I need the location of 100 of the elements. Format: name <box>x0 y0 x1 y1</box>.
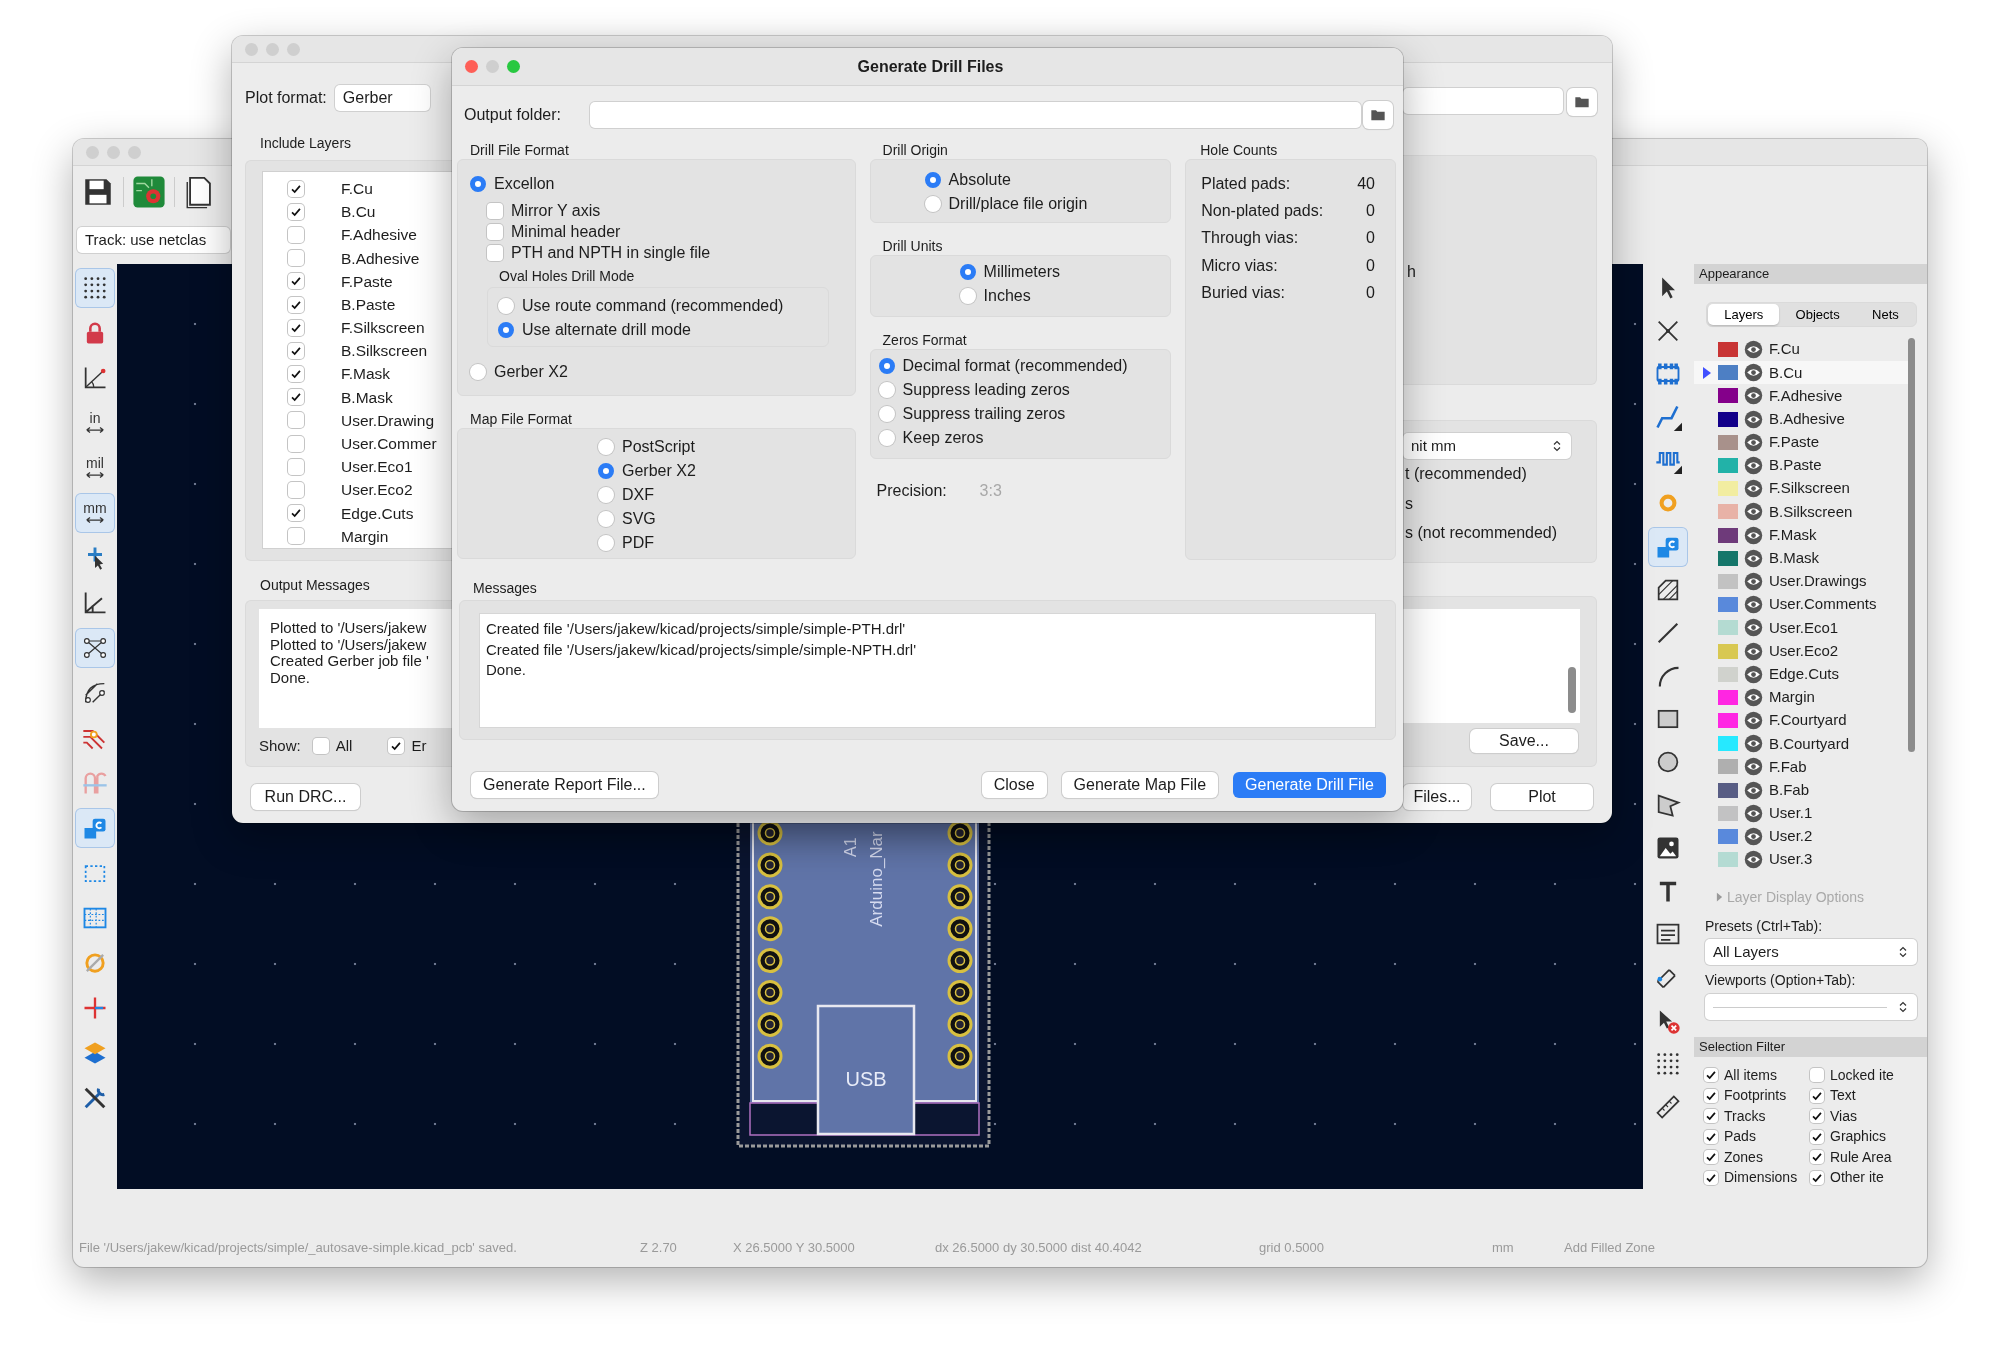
presets-dropdown[interactable]: All Layers <box>1705 939 1917 965</box>
files-button[interactable]: Files... <box>1403 784 1471 810</box>
checkbox[interactable] <box>288 180 304 197</box>
layer-row[interactable]: B.Mask <box>1694 546 1908 570</box>
layer-row[interactable]: B.Courtyard <box>1694 732 1908 756</box>
layer-row[interactable]: B.Adhesive <box>1694 407 1908 431</box>
checkbox[interactable] <box>288 458 304 475</box>
checkbox[interactable] <box>288 412 304 429</box>
tab[interactable]: Objects <box>1779 304 1856 325</box>
units-button[interactable]: mm <box>76 494 114 532</box>
radio-button[interactable] <box>598 511 614 527</box>
window-control[interactable] <box>465 60 478 73</box>
radio-button[interactable] <box>878 358 895 374</box>
save-button[interactable]: Save... <box>1470 729 1578 753</box>
dialog-button[interactable]: Generate Map File <box>1061 772 1219 798</box>
dialog-button[interactable]: Generate Drill File <box>1233 772 1386 798</box>
checkbox[interactable] <box>288 528 304 545</box>
checkbox[interactable] <box>1810 1170 1824 1185</box>
radio-button[interactable] <box>498 322 514 338</box>
layer-row[interactable]: F.Adhesive <box>1694 384 1908 408</box>
checkbox[interactable] <box>1810 1088 1824 1103</box>
scrollbar[interactable] <box>1908 338 1915 752</box>
layer-row[interactable]: User.1 <box>1694 801 1908 825</box>
checkbox[interactable] <box>288 505 304 522</box>
radio-button[interactable] <box>878 382 895 398</box>
radio-button[interactable] <box>878 406 895 422</box>
radio-button[interactable] <box>598 463 614 479</box>
checkbox[interactable] <box>1704 1150 1718 1165</box>
checkbox[interactable] <box>487 244 503 261</box>
folder-button[interactable] <box>1363 101 1393 129</box>
radio-button[interactable] <box>470 176 486 192</box>
layer-row[interactable]: B.Fab <box>1694 778 1908 802</box>
checkbox[interactable] <box>288 273 304 290</box>
checkbox[interactable] <box>1704 1109 1718 1124</box>
checkbox[interactable] <box>1810 1068 1824 1083</box>
layer-row[interactable]: B.Cu <box>1694 361 1908 385</box>
ratsnest-icon[interactable] <box>76 629 114 667</box>
checkbox[interactable] <box>1810 1150 1824 1165</box>
dialog-button[interactable]: Close <box>981 772 1047 798</box>
checkbox[interactable] <box>1704 1088 1718 1103</box>
checkbox[interactable] <box>487 202 503 219</box>
layer-row[interactable]: B.Paste <box>1694 453 1908 478</box>
layer-row[interactable]: User.2 <box>1694 824 1908 849</box>
radio-button[interactable] <box>959 264 976 280</box>
radio-button[interactable] <box>959 288 976 304</box>
radio-button[interactable] <box>470 364 486 380</box>
radio-button[interactable] <box>598 535 614 551</box>
checkbox[interactable] <box>288 435 304 452</box>
layer-row[interactable]: User.Eco2 <box>1694 639 1908 663</box>
checkbox[interactable] <box>288 226 304 243</box>
folder-button[interactable] <box>1567 88 1597 116</box>
plot-format-dropdown[interactable]: Gerber <box>334 85 430 111</box>
checkbox[interactable] <box>288 319 304 336</box>
grid-icon[interactable] <box>76 269 114 307</box>
layer-row[interactable]: F.Courtyard <box>1694 709 1908 733</box>
scrollbar[interactable] <box>1568 667 1576 713</box>
checkbox[interactable] <box>288 482 304 499</box>
layer-row[interactable]: User.Drawings <box>1694 569 1908 594</box>
checkbox[interactable] <box>1704 1170 1718 1185</box>
checkbox[interactable] <box>487 223 503 240</box>
checkbox[interactable] <box>288 389 304 406</box>
checkbox[interactable] <box>288 296 304 313</box>
checkbox[interactable] <box>288 203 304 220</box>
plot-button[interactable]: Plot <box>1491 784 1593 810</box>
dialog-button[interactable]: Generate Report File... <box>471 772 658 798</box>
checkbox[interactable] <box>288 366 304 383</box>
radio-button[interactable] <box>598 487 614 503</box>
checkbox[interactable] <box>1810 1129 1824 1144</box>
radio-button[interactable] <box>924 172 941 188</box>
output-folder-field[interactable] <box>1403 88 1563 114</box>
checkbox[interactable] <box>1704 1129 1718 1144</box>
checkbox[interactable] <box>388 738 405 754</box>
net-highlight-icon[interactable] <box>76 809 114 847</box>
layer-row[interactable]: F.Fab <box>1694 755 1908 779</box>
layer-row[interactable]: B.Silkscreen <box>1694 500 1908 524</box>
checkbox[interactable] <box>1704 1068 1718 1083</box>
output-folder-field[interactable] <box>590 102 1361 128</box>
layer-row[interactable]: User.3 <box>1694 848 1908 872</box>
tab[interactable]: Nets <box>1855 304 1915 325</box>
layer-row[interactable]: Margin <box>1694 685 1908 709</box>
units-button[interactable]: in <box>76 404 114 442</box>
layer-row[interactable]: User.Comments <box>1694 593 1908 617</box>
layer-row[interactable]: Edge.Cuts <box>1694 662 1908 686</box>
radio-button[interactable] <box>924 196 941 212</box>
track-width-dropdown[interactable]: Track: use netclas <box>77 227 230 253</box>
layer-row[interactable]: F.Mask <box>1694 523 1908 547</box>
checkbox[interactable] <box>312 738 329 754</box>
units-dropdown[interactable]: nit mm <box>1403 433 1571 459</box>
checkbox[interactable] <box>288 342 304 359</box>
layer-row[interactable]: F.Cu <box>1694 338 1908 362</box>
layer-row[interactable]: User.Eco1 <box>1694 616 1908 640</box>
layer-row[interactable]: F.Paste <box>1694 430 1908 454</box>
tab[interactable]: Layers <box>1708 304 1780 325</box>
checkbox[interactable] <box>1810 1109 1824 1124</box>
radio-button[interactable] <box>878 430 895 446</box>
radio-button[interactable] <box>498 298 514 314</box>
run-drc-button[interactable]: Run DRC... <box>251 784 360 810</box>
layer-row[interactable]: F.Silkscreen <box>1694 477 1908 501</box>
units-button[interactable]: mil <box>76 449 114 487</box>
radio-button[interactable] <box>598 439 614 455</box>
